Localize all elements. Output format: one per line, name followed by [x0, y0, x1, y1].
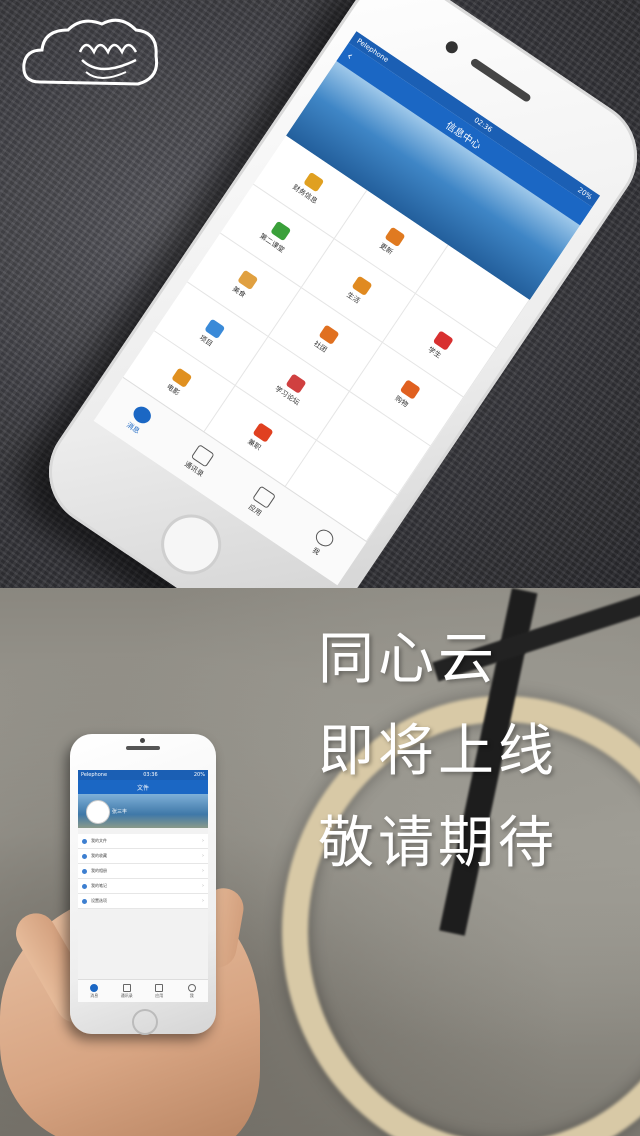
list-item-label: 我的笔记: [91, 883, 107, 888]
grid-icon: [155, 983, 164, 992]
top-hero-section: Pelephone 02:36 20% ‹ 信息中心 财务信息 更新 第二课堂 生活学…: [0, 0, 640, 588]
cloud-logo-icon: [22, 18, 159, 86]
chevron-right-icon: ›: [202, 898, 204, 904]
bullet-icon: [82, 868, 87, 874]
slogan-line-2: 即将上线: [318, 719, 558, 784]
bottom-hero-section: 同心云 即将上线 敬请期待 Pelephone 03:36 20% 文件 张三丰…: [0, 588, 640, 1136]
list-item-label: 我的收藏: [91, 853, 107, 858]
user-icon: [187, 983, 196, 992]
chevron-right-icon: ›: [202, 853, 204, 859]
nav-title: 文件: [136, 784, 149, 792]
blank-icon: [363, 431, 385, 453]
speaker-grille: [469, 57, 532, 104]
list-item[interactable]: 我的收藏 ›: [78, 849, 208, 864]
bullet-icon: [82, 898, 87, 904]
home-button[interactable]: [149, 502, 233, 587]
speaker-grille: [126, 746, 160, 750]
camera-icon: [140, 738, 145, 743]
user-name: 张三丰: [112, 809, 128, 815]
menu-list: 我的文件 › 我的收藏 › 我的相册 › 我的笔记 › 设置选项 ›: [78, 834, 208, 909]
chat-icon: [90, 983, 99, 992]
list-item[interactable]: 我的笔记 ›: [78, 879, 208, 894]
camera-icon: [443, 38, 461, 56]
tab-label: 我: [310, 545, 322, 557]
bullet-icon: [82, 883, 87, 889]
tab-contacts[interactable]: 通讯录: [111, 980, 144, 1002]
chevron-right-icon: ›: [202, 883, 204, 889]
list-item-label: 我的文件: [91, 838, 107, 843]
tab-label: 通讯录: [120, 992, 133, 998]
list-item-label: 我的相册: [91, 868, 107, 873]
list-item[interactable]: 我的相册 ›: [78, 864, 208, 879]
small-phone-mockup: Pelephone 03:36 20% 文件 张三丰 我的文件 › 我的收藏 › 我的相…: [70, 734, 216, 1035]
small-phone-screen: Pelephone 03:36 20% 文件 张三丰 我的文件 › 我的收藏 › 我的相…: [78, 770, 208, 1002]
phone-icon: [122, 983, 131, 992]
home-button[interactable]: [132, 1009, 158, 1035]
large-phone-screen: Pelephone 02:36 20% ‹ 信息中心 财务信息 更新 第二课堂 生活学…: [93, 31, 601, 586]
bullet-icon: [82, 838, 87, 844]
back-arrow-icon[interactable]: ‹: [344, 49, 356, 63]
profile-header: 张三丰: [78, 794, 208, 828]
tab-label: 我: [189, 992, 194, 998]
list-item[interactable]: 设置选项 ›: [78, 894, 208, 909]
tab-me[interactable]: 我: [176, 980, 209, 1002]
promo-page: Pelephone 02:36 20% ‹ 信息中心 财务信息 更新 第二课堂 生活学…: [0, 0, 640, 1136]
avatar[interactable]: [86, 800, 110, 824]
tab-bar: 消息 通讯录 应用 我: [78, 979, 208, 1002]
tab-label: 应用: [155, 992, 164, 998]
tab-label: 消息: [90, 992, 99, 998]
time-label: 03:36: [143, 772, 158, 778]
chevron-right-icon: ›: [202, 838, 204, 844]
blank-icon: [330, 480, 352, 502]
tab-apps[interactable]: 应用: [143, 980, 176, 1002]
status-bar: Pelephone 03:36 20%: [78, 770, 208, 780]
slogan-line-3: 敬请期待: [318, 811, 558, 876]
blank-icon: [462, 284, 484, 306]
chevron-right-icon: ›: [202, 868, 204, 874]
list-item-label: 设置选项: [91, 898, 107, 903]
tab-messages[interactable]: 消息: [78, 980, 111, 1002]
nav-bar: 文件: [78, 780, 208, 794]
list-item[interactable]: 我的文件 ›: [78, 834, 208, 849]
battery-label: 20%: [193, 772, 205, 778]
bullet-icon: [82, 853, 87, 859]
slogan: 同心云 即将上线 敬请期待: [318, 614, 618, 890]
carrier-label: Pelephone: [81, 772, 108, 778]
slogan-line-1: 同心云: [318, 627, 498, 692]
